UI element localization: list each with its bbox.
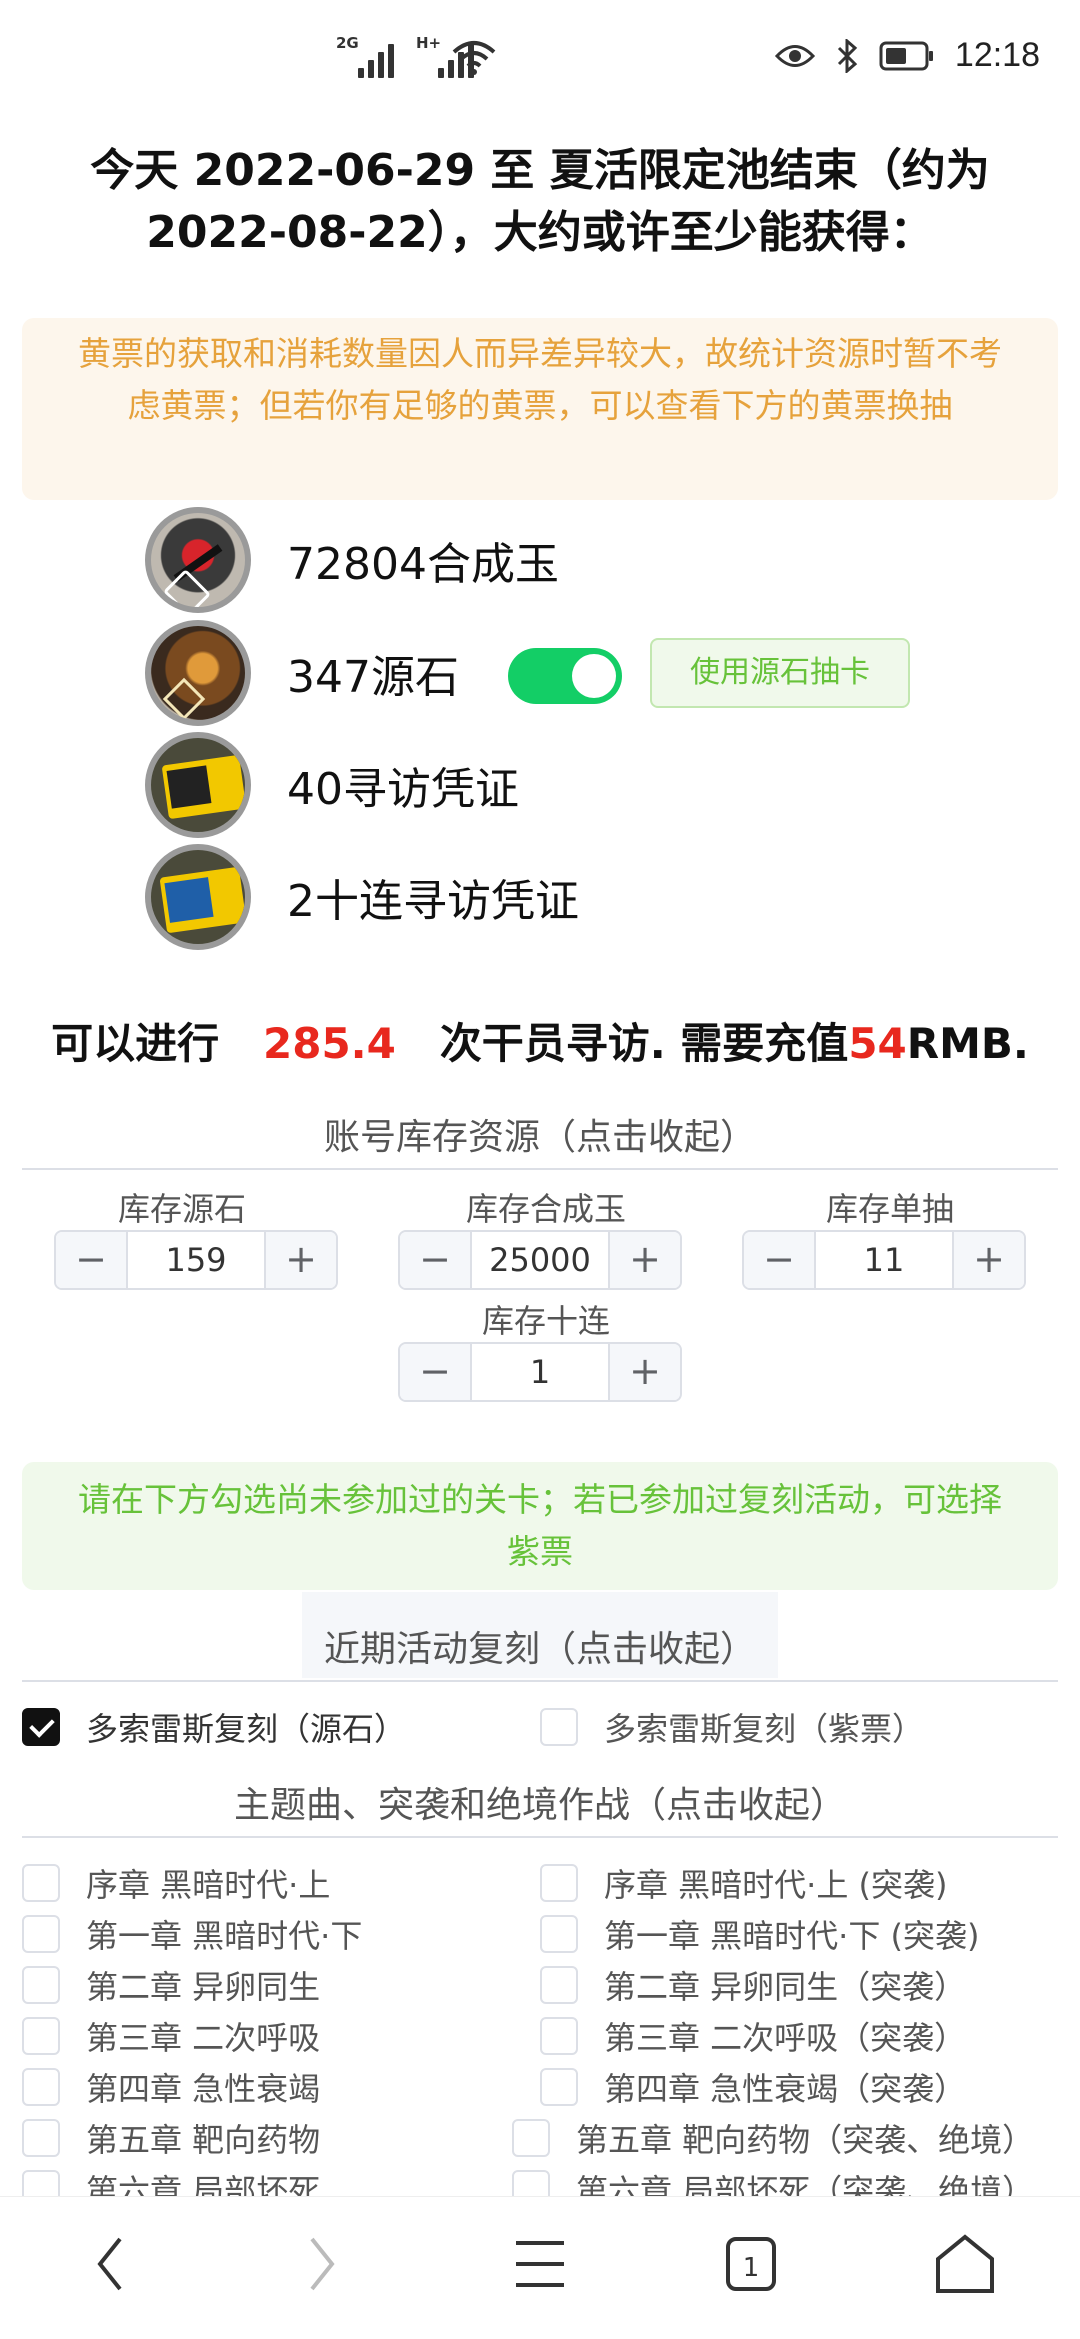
stage-select-notice: 请在下方勾选尚未参加过的关卡；若已参加过复刻活动，可选择紫票 bbox=[22, 1462, 1058, 1590]
stage-option-challenge[interactable]: 第二章 异卵同生（突袭） bbox=[540, 1962, 966, 2008]
menu-icon[interactable] bbox=[512, 2229, 568, 2299]
checkbox[interactable] bbox=[22, 2119, 60, 2157]
signal-icon-2g: 2G bbox=[336, 34, 394, 78]
checkbox[interactable] bbox=[540, 1966, 578, 2004]
tabs-icon[interactable]: 1 bbox=[722, 2229, 782, 2299]
resource-originite: 347源石 bbox=[145, 618, 459, 728]
home-icon[interactable] bbox=[930, 2229, 1000, 2299]
increment-button[interactable]: + bbox=[952, 1232, 1024, 1288]
stage-option[interactable]: 第三章 二次呼吸 bbox=[22, 2013, 320, 2059]
checkbox[interactable] bbox=[540, 2068, 578, 2106]
pull-count: 285.4 bbox=[263, 1019, 396, 1068]
stock-single-pull-label: 库存单抽 bbox=[825, 1190, 954, 1228]
stage-option-challenge[interactable]: 序章 黑暗时代·上 (突袭) bbox=[540, 1860, 948, 1906]
originite-icon bbox=[145, 620, 251, 726]
stock-originite-label: 库存源石 bbox=[117, 1190, 246, 1228]
stage-option-challenge[interactable]: 第四章 急性衰竭（突袭） bbox=[540, 2064, 966, 2110]
rerun-section-toggle[interactable]: 近期活动复刻（点击收起） bbox=[22, 1620, 1058, 1682]
checkbox[interactable] bbox=[512, 2119, 550, 2157]
orundum-count: 72804合成玉 bbox=[287, 539, 559, 590]
stage-option[interactable]: 第四章 急性衰竭 bbox=[22, 2064, 320, 2110]
battery-icon bbox=[879, 41, 933, 70]
ten-headhunting-permit-count: 2十连寻访凭证 bbox=[287, 876, 579, 927]
checkbox[interactable] bbox=[22, 1915, 60, 1953]
stock-originite-value[interactable]: 159 bbox=[128, 1232, 264, 1288]
stock-ten-pull-value[interactable]: 1 bbox=[472, 1344, 608, 1400]
clock: 12:18 bbox=[954, 36, 1040, 74]
recharge-amount: 54 bbox=[848, 1019, 907, 1068]
checkbox[interactable] bbox=[22, 2068, 60, 2106]
increment-button[interactable]: + bbox=[608, 1344, 680, 1400]
originite-count: 347源石 bbox=[287, 652, 459, 703]
stock-originite-stepper[interactable]: − 159 + bbox=[54, 1230, 338, 1290]
decrement-button[interactable]: − bbox=[56, 1232, 128, 1288]
checkbox[interactable] bbox=[540, 1708, 578, 1746]
stage-option-challenge[interactable]: 第五章 靶向药物（突袭、绝境） bbox=[512, 2115, 1034, 2161]
network-type-label: H+ bbox=[416, 34, 442, 52]
result-summary: 可以进行 285.4 次干员寻访. 需要充值54RMB. bbox=[51, 1019, 1029, 1068]
yellow-ticket-notice: 黄票的获取和消耗数量因人而异差异较大，故统计资源时暂不考虑黄票；但若你有足够的黄… bbox=[22, 318, 1058, 500]
svg-text:1: 1 bbox=[743, 2253, 760, 2283]
status-bar: 2G H+ 12:18 bbox=[0, 0, 1080, 120]
stage-option-challenge[interactable]: 第三章 二次呼吸（突袭） bbox=[540, 2013, 966, 2059]
checkbox[interactable] bbox=[540, 1915, 578, 1953]
headhunting-permit-icon bbox=[145, 732, 251, 838]
increment-button[interactable]: + bbox=[608, 1232, 680, 1288]
stock-single-pull-value[interactable]: 11 bbox=[816, 1232, 952, 1288]
headhunting-permit-count: 40寻访凭证 bbox=[287, 764, 519, 815]
stock-ten-pull-label: 库存十连 bbox=[481, 1302, 610, 1340]
checkbox[interactable] bbox=[540, 1864, 578, 1902]
forward-icon[interactable] bbox=[304, 2229, 340, 2299]
stock-ten-pull-stepper[interactable]: − 1 + bbox=[398, 1342, 682, 1402]
resource-ten-headhunting-permit: 2十连寻访凭证 bbox=[145, 842, 579, 952]
bluetooth-icon bbox=[837, 38, 858, 73]
back-icon[interactable] bbox=[92, 2229, 128, 2299]
stock-single-pull-stepper[interactable]: − 11 + bbox=[742, 1230, 1026, 1290]
stock-orundum-stepper[interactable]: − 25000 + bbox=[398, 1230, 682, 1290]
stage-option[interactable]: 第五章 靶向药物 bbox=[22, 2115, 320, 2161]
orundum-icon bbox=[145, 507, 251, 613]
checkbox-checked[interactable] bbox=[22, 1708, 60, 1746]
browser-nav-bar: 1 bbox=[0, 2196, 1080, 2339]
stage-option[interactable]: 序章 黑暗时代·上 bbox=[22, 1860, 330, 1906]
increment-button[interactable]: + bbox=[264, 1232, 336, 1288]
main-story-section-toggle[interactable]: 主题曲、突袭和绝境作战（点击收起） bbox=[22, 1776, 1058, 1838]
stage-option[interactable]: 第二章 异卵同生 bbox=[22, 1962, 320, 2008]
checkbox[interactable] bbox=[540, 2017, 578, 2055]
wifi-icon bbox=[452, 41, 496, 75]
network-type-label: 2G bbox=[336, 34, 359, 52]
stock-section-toggle[interactable]: 账号库存资源（点击收起） bbox=[22, 1108, 1058, 1170]
resource-orundum: 72804合成玉 bbox=[145, 505, 559, 615]
rerun-option-purple-ticket[interactable]: 多索雷斯复刻（紫票） bbox=[540, 1704, 924, 1750]
originite-toggle[interactable] bbox=[508, 648, 622, 704]
stock-orundum-label: 库存合成玉 bbox=[465, 1190, 626, 1228]
ten-headhunting-permit-icon bbox=[145, 844, 251, 950]
resource-headhunting-permit: 40寻访凭证 bbox=[145, 730, 519, 840]
stage-option[interactable]: 第一章 黑暗时代·下 bbox=[22, 1911, 362, 1957]
stage-option-challenge[interactable]: 第一章 黑暗时代·下 (突袭) bbox=[540, 1911, 980, 1957]
rerun-option-originite[interactable]: 多索雷斯复刻（源石） bbox=[22, 1704, 406, 1750]
use-originite-button[interactable]: 使用源石抽卡 bbox=[650, 638, 910, 708]
decrement-button[interactable]: − bbox=[744, 1232, 816, 1288]
page-title: 今天 2022-06-29 至 夏活限定池结束（约为 2022-08-22），大… bbox=[90, 145, 990, 258]
checkbox[interactable] bbox=[22, 1966, 60, 2004]
stock-orundum-value[interactable]: 25000 bbox=[472, 1232, 608, 1288]
decrement-button[interactable]: − bbox=[400, 1232, 472, 1288]
eye-icon bbox=[774, 44, 815, 67]
checkbox[interactable] bbox=[22, 1864, 60, 1902]
checkbox[interactable] bbox=[22, 2017, 60, 2055]
decrement-button[interactable]: − bbox=[400, 1344, 472, 1400]
